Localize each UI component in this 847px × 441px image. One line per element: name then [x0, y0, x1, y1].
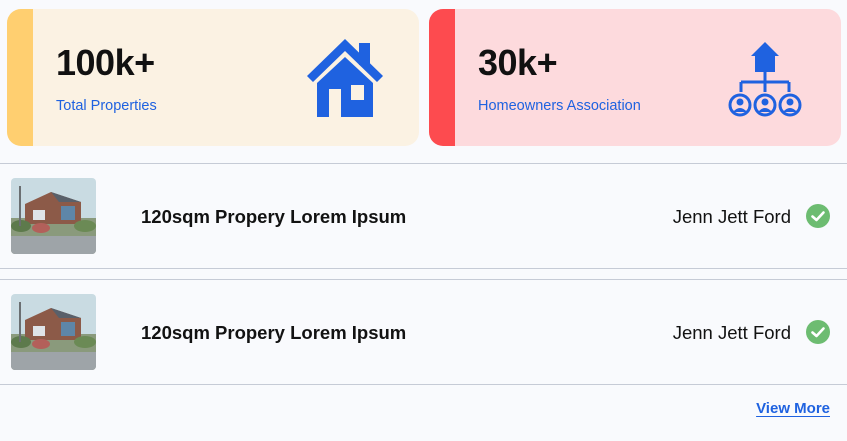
check-circle-icon: [806, 204, 830, 228]
divider: [0, 384, 847, 385]
listing-owner: Jenn Jett Ford: [672, 322, 791, 343]
homeowners-association-card: 30k+ Homeowners Association: [429, 9, 841, 146]
listing-row[interactable]: 120sqm Propery Lorem Ipsum Jenn Jett For…: [0, 164, 847, 268]
check-circle-icon: [806, 320, 830, 344]
listing-title: 120sqm Propery Lorem Ipsum: [141, 206, 407, 227]
homeowners-association-value: 30k+: [478, 42, 558, 83]
listing-title: 120sqm Propery Lorem Ipsum: [141, 322, 407, 343]
property-thumbnail: [11, 294, 96, 370]
card-accent-stripe: [429, 9, 455, 146]
house-icon: [307, 39, 383, 117]
view-more-link[interactable]: View More: [756, 400, 830, 417]
property-thumbnail: [11, 178, 96, 254]
card-accent-stripe: [7, 9, 33, 146]
org-chart-people-icon: [728, 42, 802, 117]
listing-owner: Jenn Jett Ford: [672, 206, 791, 227]
homeowners-association-label: Homeowners Association: [478, 98, 641, 114]
total-properties-card: 100k+ Total Properties: [7, 9, 419, 146]
total-properties-value: 100k+: [56, 42, 155, 83]
listing-row[interactable]: 120sqm Propery Lorem Ipsum Jenn Jett For…: [0, 280, 847, 384]
total-properties-label: Total Properties: [56, 98, 157, 114]
divider: [0, 268, 847, 269]
